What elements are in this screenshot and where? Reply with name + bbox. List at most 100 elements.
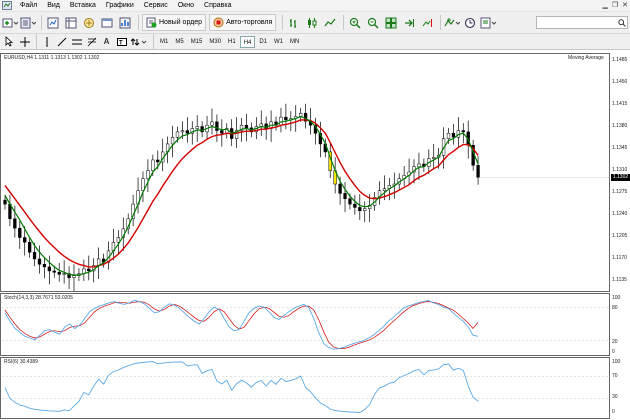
- periods-button[interactable]: [462, 15, 478, 31]
- text-tool[interactable]: A: [100, 35, 113, 48]
- price-tick: 1.1310: [612, 167, 628, 173]
- zoom-out-icon: [368, 17, 379, 29]
- menu-help[interactable]: Справка: [199, 0, 236, 12]
- market-watch-button[interactable]: [45, 15, 61, 31]
- candle-body: [23, 237, 27, 243]
- price-tick: 1.1275: [612, 189, 628, 195]
- vertical-line-tool[interactable]: [40, 35, 53, 48]
- toolbar-separator: [41, 15, 42, 30]
- chart-shift-button[interactable]: [419, 15, 435, 31]
- timeframe-m5[interactable]: M5: [172, 36, 186, 48]
- navigator-button[interactable]: [81, 15, 97, 31]
- line-chart-button[interactable]: [322, 15, 338, 31]
- candle-body: [195, 126, 199, 129]
- zoom-out-button[interactable]: [365, 15, 381, 31]
- restore-icon[interactable]: ❐: [612, 1, 618, 9]
- candle-body: [175, 131, 180, 138]
- trendline-tool[interactable]: [55, 35, 68, 48]
- timeframe-m15[interactable]: M15: [188, 36, 206, 48]
- crosshair-tool[interactable]: [18, 35, 31, 48]
- cursor-icon: [5, 36, 14, 47]
- rsi-tick: 70: [612, 373, 618, 379]
- rsi-tick: 100: [612, 359, 621, 365]
- timeframe-h1[interactable]: H1: [225, 36, 239, 48]
- trendline-icon: [57, 37, 66, 46]
- clock-icon: [465, 17, 476, 28]
- price-chart-canvas[interactable]: [0, 51, 630, 420]
- templates-button[interactable]: [480, 15, 497, 31]
- fibonacci-icon: [87, 37, 96, 46]
- timeframe-m30[interactable]: M30: [206, 36, 224, 48]
- chart-window[interactable]: EURUSD,H4 1.1311 1.1313 1.1302 1.1302 Mo…: [0, 51, 630, 420]
- fibonacci-tool[interactable]: [85, 35, 98, 48]
- tile-windows-icon: [385, 17, 397, 28]
- rsi-tick: 30: [612, 394, 618, 400]
- zoom-in-button[interactable]: [347, 15, 363, 31]
- price-tick: 1.1450: [612, 79, 628, 85]
- text-label-tool[interactable]: T: [115, 35, 128, 48]
- stoch-panel-frame: [0, 293, 610, 356]
- toolbar-separator: [153, 34, 154, 49]
- toolbar-separator: [282, 15, 284, 30]
- bar-chart-button[interactable]: [286, 15, 302, 31]
- menu-insert[interactable]: Вставка: [65, 0, 101, 12]
- candle-body: [338, 183, 342, 194]
- svg-text:T: T: [119, 40, 123, 46]
- candle-body: [156, 159, 160, 163]
- candle-body: [451, 132, 456, 138]
- menu-tools[interactable]: Сервис: [139, 0, 173, 12]
- arrows-tool[interactable]: [130, 35, 148, 48]
- timeframe-d1[interactable]: D1: [256, 36, 270, 48]
- new-chart-button[interactable]: [2, 15, 18, 31]
- candle-body: [461, 130, 465, 133]
- toolbar-separator: [36, 34, 37, 49]
- candle-body: [3, 199, 7, 205]
- minimize-icon[interactable]: ▁: [602, 1, 607, 9]
- strategy-tester-button[interactable]: [117, 15, 133, 31]
- drawing-toolbar: A T M1 M5 M15 M30 H1 H4 D1 W1 MN: [0, 34, 630, 50]
- equidistant-channel-tool[interactable]: [70, 35, 83, 48]
- data-window-button[interactable]: [63, 15, 79, 31]
- candle-body: [72, 275, 76, 278]
- new-chart-icon: [2, 18, 18, 27]
- menu-charts[interactable]: Графики: [101, 0, 139, 12]
- rsi-header: RSI(6) 30.4389: [4, 359, 38, 365]
- line-chart-icon: [324, 18, 336, 26]
- tile-windows-button[interactable]: [383, 15, 399, 31]
- rsi-line: [4, 361, 479, 413]
- candle-body: [37, 258, 42, 265]
- stoch-tick: 80: [612, 305, 618, 311]
- window-controls: ▁ ❐ ✕: [602, 1, 628, 9]
- timeframe-h4[interactable]: H4: [239, 35, 256, 48]
- candlestick-button[interactable]: [304, 15, 320, 31]
- timeframe-w1[interactable]: W1: [271, 36, 286, 48]
- new-order-button[interactable]: Новый ордер: [142, 14, 207, 31]
- candle-body: [185, 130, 189, 134]
- main-chart-header: EURUSD,H4 1.1311 1.1313 1.1302 1.1302: [4, 55, 100, 61]
- search-input[interactable]: [536, 16, 628, 29]
- candle-body: [62, 273, 66, 275]
- timeframe-mn[interactable]: MN: [287, 36, 302, 48]
- terminal-button[interactable]: [99, 15, 115, 31]
- menu-view[interactable]: Вид: [42, 0, 65, 12]
- autotrading-icon: [213, 17, 224, 28]
- stoch-tick: 0: [612, 349, 615, 355]
- search-button[interactable]: [617, 17, 627, 28]
- search-icon: [618, 18, 626, 27]
- profiles-button[interactable]: [20, 15, 36, 31]
- text-label-icon: T: [116, 37, 127, 46]
- autotrading-button[interactable]: Авто-торговля: [209, 14, 277, 31]
- close-icon[interactable]: ✕: [622, 1, 628, 9]
- indicators-button[interactable]: [444, 15, 461, 31]
- candle-body: [57, 272, 61, 275]
- candle-body: [363, 208, 367, 212]
- candle-body: [348, 198, 352, 205]
- auto-scroll-button[interactable]: [401, 15, 417, 31]
- cursor-tool[interactable]: [3, 35, 16, 48]
- terminal-icon: [101, 18, 113, 27]
- toolbar-separator: [138, 15, 139, 30]
- candle-body: [353, 203, 357, 208]
- menu-file[interactable]: Файл: [15, 0, 42, 12]
- menu-window[interactable]: Окно: [173, 0, 199, 12]
- timeframe-m1[interactable]: M1: [157, 36, 171, 48]
